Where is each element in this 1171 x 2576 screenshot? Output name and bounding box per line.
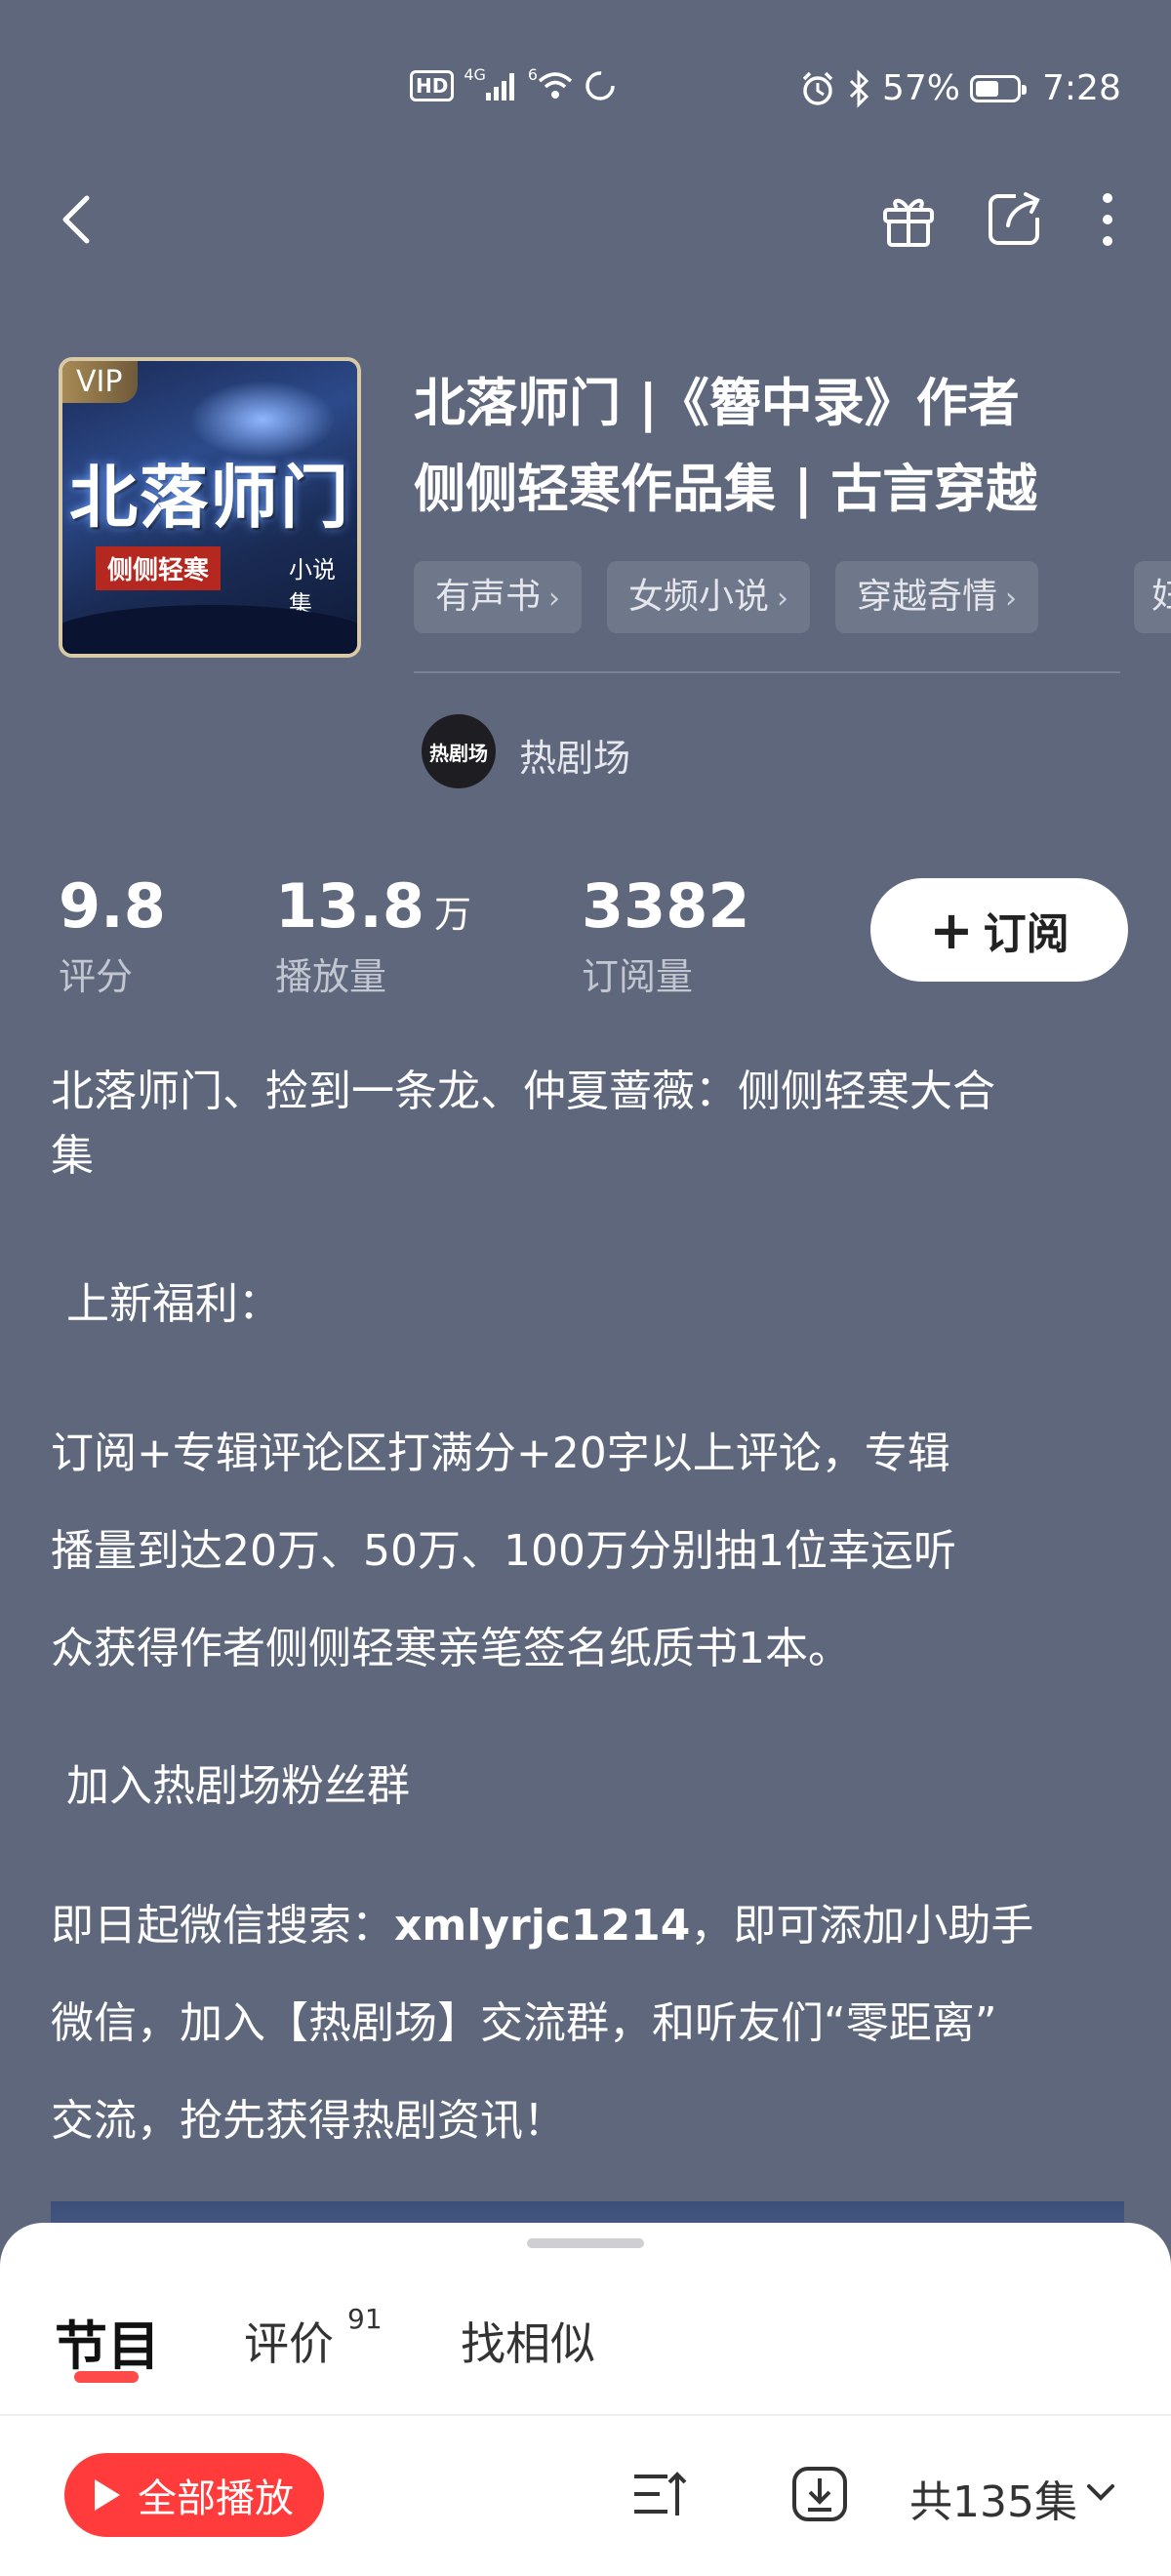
chevron-right-icon: › bbox=[548, 582, 561, 616]
tag-label: 女频小说 bbox=[628, 577, 770, 617]
cover-title: 北落师门 bbox=[69, 457, 350, 538]
sheet-drag-handle[interactable] bbox=[527, 2238, 644, 2248]
tag-label: 穿越奇情 bbox=[857, 577, 998, 617]
download-icon bbox=[792, 2467, 847, 2521]
description-heading-fan-group: 加入热剧场粉丝群 bbox=[66, 1761, 410, 1811]
author-name[interactable]: 热剧场 bbox=[519, 728, 630, 782]
clock: 7:28 bbox=[1042, 68, 1121, 108]
tag-female-novel[interactable]: 女频小说 › bbox=[607, 561, 811, 633]
share-icon bbox=[989, 192, 1040, 245]
plays-value: 13.8 bbox=[275, 870, 424, 942]
tag-list: 有声书 › 女频小说 › 穿越奇情 › bbox=[414, 561, 1039, 633]
plays-unit: 万 bbox=[433, 893, 471, 936]
tag-audiobook[interactable]: 有声书 › bbox=[414, 561, 583, 633]
album-title: 北落师门 |《簪中录》作者 侧侧轻寒作品集 | 古言穿越 bbox=[414, 361, 1116, 533]
battery-percent: 57% bbox=[882, 68, 961, 108]
status-bar: HD 4G 6 57% 7:28 bbox=[0, 59, 1171, 117]
rating-label: 评分 bbox=[59, 955, 134, 998]
tab-similar[interactable]: 找相似 bbox=[461, 2309, 595, 2373]
play-icon bbox=[95, 2479, 120, 2511]
description-line: 北落师门、捡到一条龙、仲夏蔷薇：侧侧轻寒大合 bbox=[51, 1067, 995, 1116]
network-indicators: HD 4G 6 bbox=[410, 64, 618, 103]
reviews-count-badge: 91 bbox=[347, 2303, 383, 2335]
description-intro: 北落师门、捡到一条龙、仲夏蔷薇：侧侧轻寒大合 集 bbox=[51, 1060, 1124, 1188]
play-all-button[interactable]: 全部播放 bbox=[64, 2453, 324, 2537]
plus-icon: + bbox=[929, 899, 974, 961]
author-avatar[interactable]: 热剧场 bbox=[422, 714, 496, 788]
network-type: 4G bbox=[464, 64, 486, 84]
subscribe-label: 订阅 bbox=[983, 909, 1070, 959]
wechat-suffix: ，即可添加小助手 bbox=[690, 1901, 1034, 1951]
episode-dropdown[interactable] bbox=[1083, 2475, 1118, 2514]
rating-value: 9.8 bbox=[59, 870, 166, 942]
tag-time-travel[interactable]: 穿越奇情 › bbox=[835, 561, 1039, 633]
back-button[interactable] bbox=[43, 185, 111, 254]
description-benefits: 订阅+专辑评论区打满分+20字以上评论，专辑 播量到达20万、50万、100万分… bbox=[51, 1405, 1124, 1698]
sort-icon bbox=[634, 2472, 687, 2516]
loading-icon bbox=[586, 71, 615, 101]
chevron-right-icon: › bbox=[777, 582, 789, 616]
title-divider bbox=[414, 671, 1120, 673]
subscribe-button[interactable]: + 订阅 bbox=[870, 878, 1128, 982]
description-line: 交流，抢先获得热剧资讯！ bbox=[51, 2096, 566, 2146]
gift-icon bbox=[883, 198, 934, 247]
gift-button[interactable] bbox=[874, 185, 943, 254]
description-line: 订阅+专辑评论区打满分+20字以上评论，专辑 bbox=[51, 1429, 950, 1478]
subs-label: 订阅量 bbox=[582, 955, 694, 998]
episode-count[interactable]: 共135集 bbox=[909, 2467, 1077, 2529]
tag-label: 妇 bbox=[1151, 577, 1171, 617]
vip-badge: VIP bbox=[62, 361, 139, 403]
signal-icon bbox=[485, 71, 514, 101]
wifi-generation: 6 bbox=[527, 64, 539, 84]
share-button[interactable] bbox=[980, 185, 1048, 254]
tag-partial[interactable]: 妇 bbox=[1134, 561, 1171, 633]
subs-value: 3382 bbox=[582, 870, 750, 942]
more-button[interactable] bbox=[1073, 185, 1142, 254]
play-all-label: 全部播放 bbox=[138, 2476, 294, 2521]
more-icon bbox=[1103, 193, 1112, 246]
tag-label: 有声书 bbox=[435, 577, 542, 617]
alarm-icon bbox=[802, 71, 833, 105]
hd-badge: HD bbox=[410, 70, 455, 101]
active-tab-indicator bbox=[74, 2371, 139, 2383]
description-line: 微信，加入【热剧场】交流群，和听友们“零距离” bbox=[51, 1998, 997, 2048]
description-line: 众获得作者侧侧轻寒亲笔签名纸质书1本。 bbox=[51, 1624, 851, 1673]
description-line: 集 bbox=[51, 1131, 94, 1181]
system-indicators: 57% 7:28 bbox=[798, 68, 1121, 108]
sort-button[interactable] bbox=[628, 2463, 691, 2525]
album-cover[interactable]: VIP 北落师门 侧侧轻寒 小说集 bbox=[59, 357, 361, 658]
album-title-line-1: 北落师门 |《簪中录》作者 bbox=[414, 374, 1020, 433]
plays-label: 播放量 bbox=[275, 955, 387, 998]
back-arrow-icon bbox=[62, 195, 90, 244]
plays-stat: 13.8 万 bbox=[275, 870, 471, 942]
bottom-sheet: 节目 评价 91 找相似 全部播放 共135集 bbox=[0, 2223, 1171, 2576]
album-title-line-2: 侧侧轻寒作品集 | 古言穿越 bbox=[414, 460, 1038, 519]
battery-icon bbox=[970, 74, 1028, 102]
tab-reviews[interactable]: 评价 bbox=[244, 2309, 334, 2373]
wechat-prefix: 即日起微信搜索： bbox=[51, 1901, 394, 1951]
chevron-down-icon bbox=[1087, 2484, 1114, 2501]
sheet-divider bbox=[0, 2414, 1171, 2416]
description-fan-group: 即日起微信搜索：xmlyrjc1214，即可添加小助手 微信，加入【热剧场】交流… bbox=[51, 1877, 1124, 2170]
description-line: 即日起微信搜索：xmlyrjc1214，即可添加小助手 bbox=[51, 1877, 1124, 1975]
wechat-id: xmlyrjc1214 bbox=[394, 1901, 691, 1951]
bluetooth-icon bbox=[849, 68, 869, 108]
description-heading-benefits: 上新福利： bbox=[66, 1279, 281, 1329]
description-line: 播量到达20万、50万、100万分别抽1位幸运听 bbox=[51, 1526, 956, 1576]
tab-episodes[interactable]: 节目 bbox=[55, 2303, 160, 2380]
download-button[interactable] bbox=[788, 2463, 851, 2525]
battery-fill bbox=[976, 80, 999, 97]
cover-subtitle-2: 小说集 bbox=[289, 556, 336, 618]
chevron-right-icon: › bbox=[1005, 582, 1018, 616]
cover-subtitle: 侧侧轻寒 bbox=[96, 546, 222, 590]
cover-hill bbox=[62, 605, 357, 654]
wifi-icon bbox=[538, 72, 573, 99]
